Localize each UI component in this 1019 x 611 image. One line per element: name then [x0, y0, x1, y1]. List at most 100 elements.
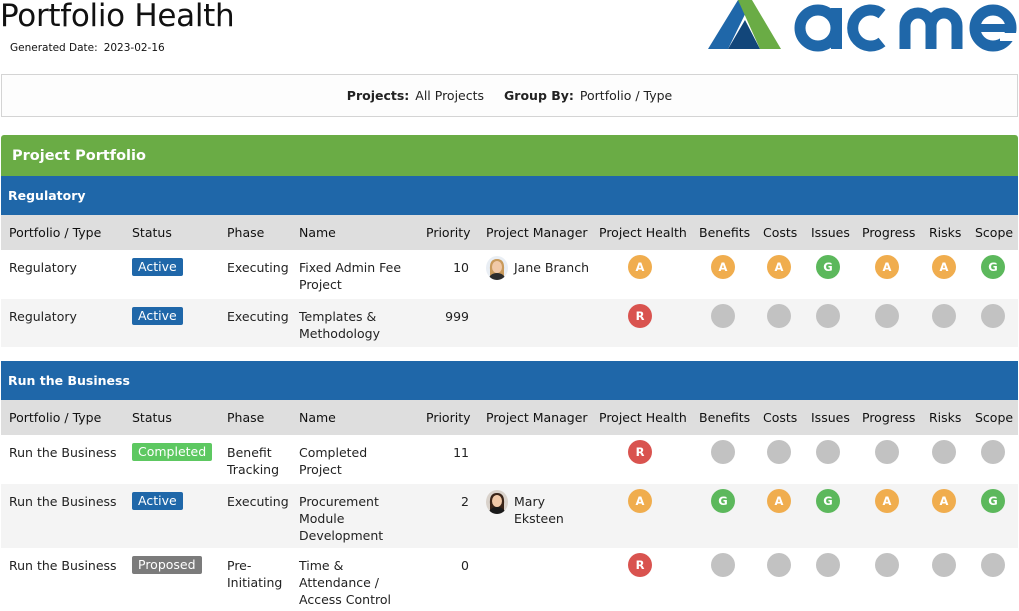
project-health-indicator: R — [628, 304, 652, 328]
generated-date-label: Generated Date: — [10, 42, 98, 54]
table-row[interactable]: Regulatory Active Executing Fixed Admin Fee… — [1, 250, 1018, 299]
column-header[interactable]: Issues — [811, 215, 850, 250]
group-by-label: Group By: — [504, 88, 574, 103]
risks-indicator — [932, 553, 956, 577]
project-name-cell[interactable]: Completed Project — [299, 444, 367, 478]
text-line: Executing — [227, 309, 289, 324]
priority-cell: 11 — [453, 445, 469, 460]
text-line: Time & — [299, 558, 344, 573]
benefits-indicator: A — [711, 255, 735, 279]
column-header[interactable]: Project Health — [599, 400, 687, 435]
column-header[interactable]: Progress — [862, 215, 915, 250]
column-header[interactable]: Project Manager — [486, 215, 588, 250]
portfolio-type-cell: Regulatory — [9, 309, 77, 324]
text-line: Benefit — [227, 445, 272, 460]
column-header-row: Portfolio / Type Status Phase Name Priority P… — [1, 400, 1018, 435]
costs-indicator: A — [767, 489, 791, 513]
column-header[interactable]: Benefits — [699, 400, 750, 435]
project-name-cell[interactable]: Fixed Admin Fee Project — [299, 259, 401, 293]
benefits-indicator: G — [711, 489, 735, 513]
text-line: Executing — [227, 260, 289, 275]
group-by-value[interactable]: Portfolio / Type — [580, 88, 672, 103]
text-line: Project — [299, 462, 342, 477]
text-line: Pre- — [227, 558, 252, 573]
status-badge: Active — [132, 492, 183, 510]
group-header: Run the Business — [1, 361, 1018, 400]
column-header[interactable]: Name — [299, 400, 336, 435]
benefits-indicator — [711, 304, 735, 328]
column-header[interactable]: Status — [132, 215, 172, 250]
column-header[interactable]: Benefits — [699, 215, 750, 250]
progress-indicator — [875, 304, 899, 328]
costs-indicator: A — [767, 255, 791, 279]
text-line: Tracking — [227, 462, 280, 477]
column-header[interactable]: Issues — [811, 400, 850, 435]
text-line: Development — [299, 528, 384, 543]
column-header[interactable]: Scope — [975, 215, 1013, 250]
issues-indicator — [816, 553, 840, 577]
risks-indicator: A — [932, 489, 956, 513]
table-row[interactable]: Run the Business Proposed Pre- Initiating Ti… — [1, 548, 1018, 610]
portfolio-type-cell: Run the Business — [9, 558, 117, 573]
column-header[interactable]: Costs — [763, 215, 797, 250]
risks-indicator — [932, 440, 956, 464]
phase-cell: Pre- Initiating — [227, 557, 282, 591]
project-health-indicator: R — [628, 440, 652, 464]
text-line: Initiating — [227, 575, 283, 590]
projects-filter-value[interactable]: All Projects — [415, 88, 484, 103]
priority-cell: 999 — [445, 309, 469, 324]
phase-cell: Executing — [227, 308, 289, 325]
column-header[interactable]: Risks — [929, 400, 961, 435]
priority-cell: 10 — [453, 260, 469, 275]
project-name-cell[interactable]: Time & Attendance / Access Control — [299, 557, 391, 608]
text-line: Executing — [227, 494, 289, 509]
portfolio-type-cell: Run the Business — [9, 494, 117, 509]
column-header[interactable]: Costs — [763, 400, 797, 435]
column-header[interactable]: Project Manager — [486, 400, 588, 435]
column-header[interactable]: Phase — [227, 400, 264, 435]
column-header[interactable]: Portfolio / Type — [9, 215, 101, 250]
column-header[interactable]: Progress — [862, 400, 915, 435]
phase-cell: Executing — [227, 493, 289, 510]
column-header[interactable]: Name — [299, 215, 336, 250]
column-header[interactable]: Status — [132, 400, 172, 435]
status-badge: Proposed — [132, 556, 202, 574]
acme-logo — [708, 0, 1019, 52]
text-line: Module — [299, 511, 345, 526]
scope-indicator — [981, 553, 1005, 577]
risks-indicator — [932, 304, 956, 328]
table-row[interactable]: Run the Business Active Executing Procureme… — [1, 484, 1018, 548]
scope-indicator — [981, 440, 1005, 464]
project-name-cell[interactable]: Procurement Module Development — [299, 493, 383, 544]
progress-indicator: A — [875, 489, 899, 513]
project-manager-name: Jane Branch — [514, 259, 589, 276]
phase-cell: Benefit Tracking — [227, 444, 279, 478]
project-name-cell[interactable]: Templates & Methodology — [299, 308, 380, 342]
status-badge: Active — [132, 307, 183, 325]
generated-date-value: 2023-02-16 — [103, 42, 165, 54]
column-header[interactable]: Priority — [426, 400, 471, 435]
text-line: Attendance / — [299, 575, 380, 590]
text-line: Access Control — [299, 592, 391, 607]
text-line: Methodology — [299, 326, 380, 341]
text-line: Fixed Admin Fee — [299, 260, 402, 275]
column-header[interactable]: Priority — [426, 215, 471, 250]
table-row[interactable]: Run the Business Completed Benefit Tracking… — [1, 435, 1018, 484]
risks-indicator: A — [932, 255, 956, 279]
costs-indicator — [767, 304, 791, 328]
projects-filter-label: Projects: — [346, 88, 410, 103]
column-header[interactable]: Phase — [227, 215, 264, 250]
avatar — [486, 256, 508, 280]
table-row[interactable]: Regulatory Active Executing Templates & Meth… — [1, 299, 1018, 347]
column-header[interactable]: Portfolio / Type — [9, 400, 101, 435]
project-health-indicator: R — [628, 553, 652, 577]
column-header[interactable]: Project Health — [599, 215, 687, 250]
issues-indicator: G — [816, 255, 840, 279]
text-line: Mary — [514, 494, 545, 509]
status-badge: Completed — [132, 443, 213, 461]
column-header[interactable]: Risks — [929, 215, 961, 250]
costs-indicator — [767, 553, 791, 577]
column-header[interactable]: Scope — [975, 400, 1013, 435]
phase-cell: Executing — [227, 259, 289, 276]
progress-indicator: A — [875, 255, 899, 279]
